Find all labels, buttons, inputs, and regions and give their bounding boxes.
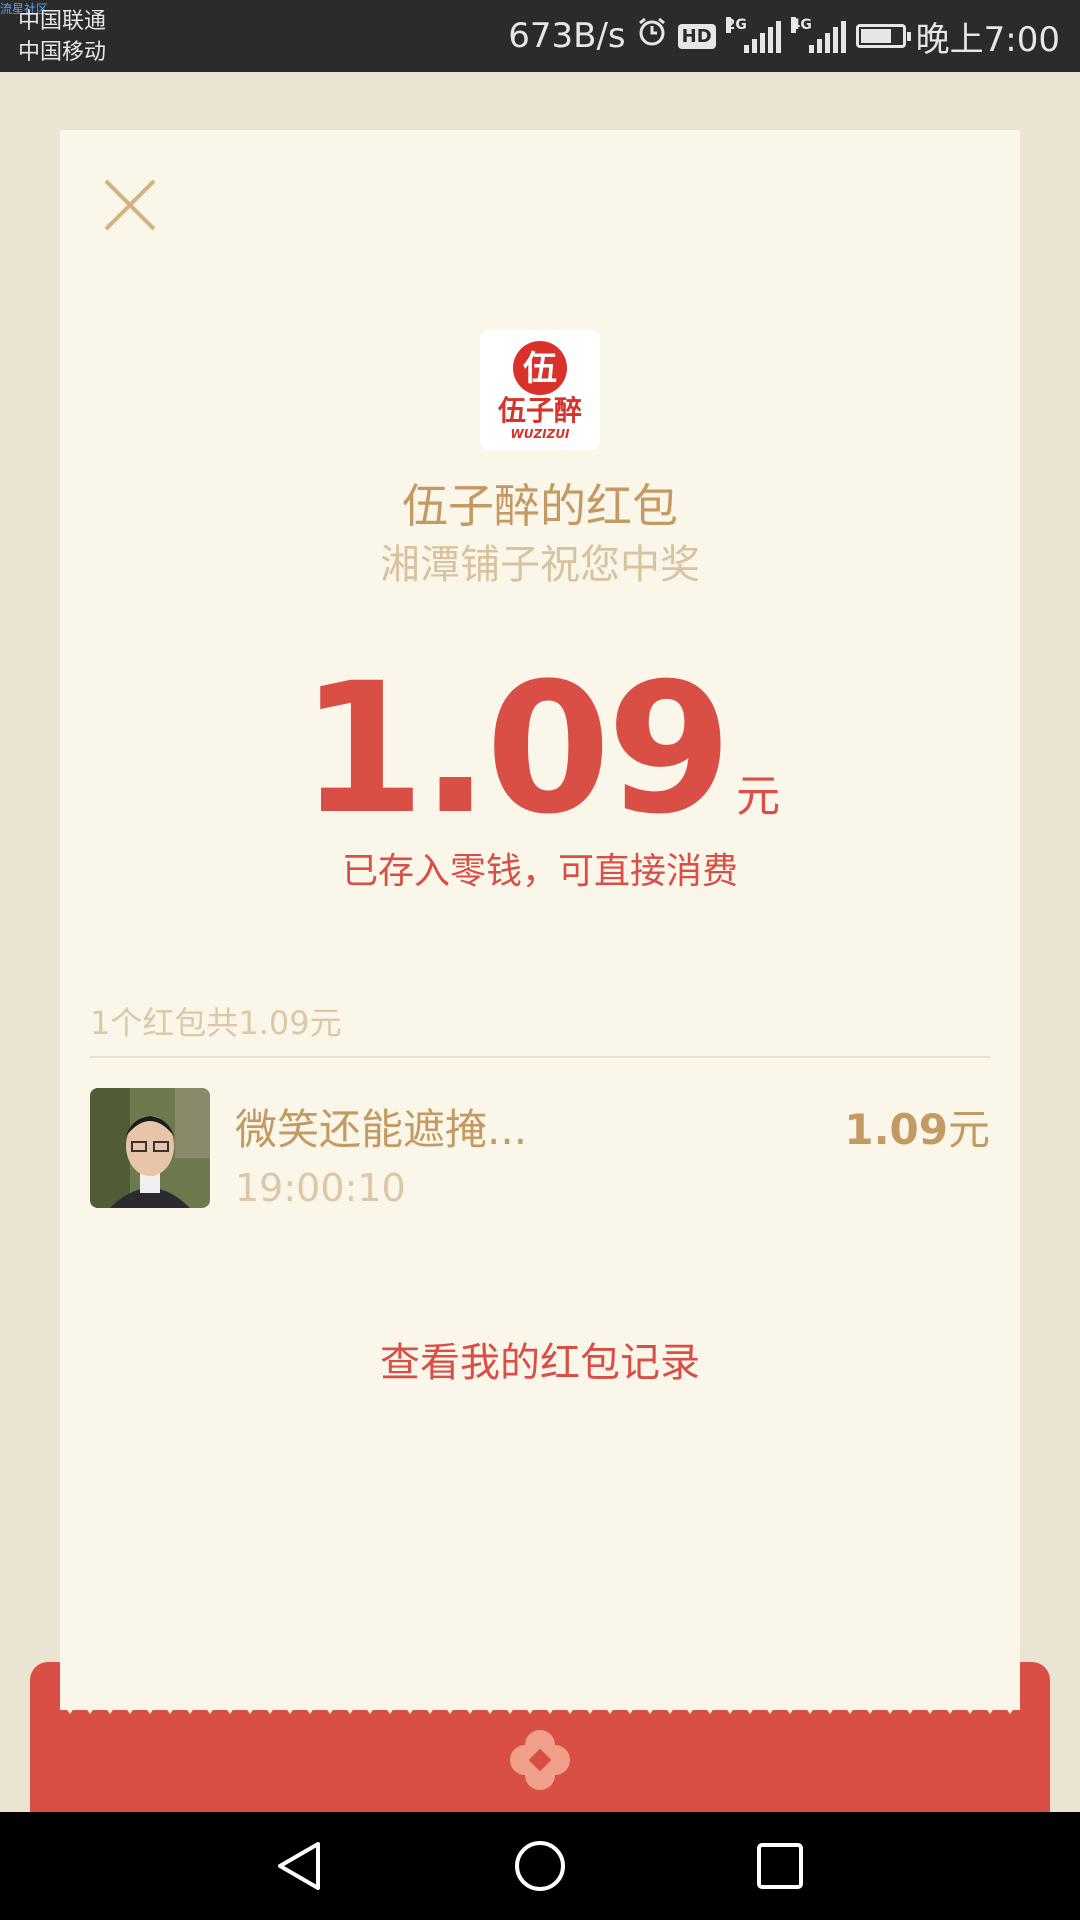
receive-amount: 1.09元 xyxy=(844,1105,990,1154)
flower-emblem-icon xyxy=(510,1730,570,1790)
network-speed: 673B/s xyxy=(508,16,626,56)
recent-apps-icon[interactable] xyxy=(750,1836,810,1896)
svg-text:WUZIZUI: WUZIZUI xyxy=(510,427,570,441)
receiver-name: 微笑还能遮掩... xyxy=(235,1105,528,1154)
status-bar: 流星社区 中国联通 中国移动 673B/s HD 2G 4G 晚上7:00 xyxy=(0,0,1080,72)
carrier-info: 中国联通 中国移动 xyxy=(18,6,106,68)
signal-2g-icon: 2G xyxy=(725,17,781,53)
avatar[interactable] xyxy=(90,1088,210,1208)
amount-value: 1.09 xyxy=(299,645,732,854)
red-packet-detail-card: 伍 伍子醉 WUZIZUI 伍子醉的红包 湘潭铺子祝您中奖 1.09 元 已存入零… xyxy=(60,130,1020,1710)
saved-note: 已存入零钱，可直接消费 xyxy=(341,851,738,892)
wish-text: 湘潭铺子祝您中奖 xyxy=(380,542,700,588)
receive-time: 19:00:10 xyxy=(235,1166,406,1210)
battery-icon xyxy=(855,24,911,48)
svg-text:伍: 伍 xyxy=(523,349,557,389)
view-history-link[interactable]: 查看我的红包记录 xyxy=(60,1330,1020,1388)
signal-4g-icon: 4G xyxy=(790,17,846,53)
close-icon[interactable] xyxy=(100,175,160,235)
status-icons: 673B/s HD 2G 4G 晚上7:00 xyxy=(508,0,1060,72)
list-item[interactable]: 微笑还能遮掩... 19:00:10 1.09元 xyxy=(90,1088,990,1210)
card-zigzag-edge xyxy=(60,1700,1020,1714)
carrier-1: 中国联通 xyxy=(18,9,107,34)
navigation-bar xyxy=(0,1812,1080,1920)
packet-summary: 1个红包共1.09元 xyxy=(90,1004,342,1042)
divider xyxy=(90,1056,990,1058)
amount-unit: 元 xyxy=(736,771,781,822)
amount-display: 1.09 元 xyxy=(60,650,1020,850)
carrier-2: 中国移动 xyxy=(18,40,107,65)
sender-logo: 伍 伍子醉 WUZIZUI xyxy=(480,330,600,450)
svg-text:伍子醉: 伍子醉 xyxy=(498,394,582,427)
hd-icon: HD xyxy=(677,23,716,49)
home-icon[interactable] xyxy=(510,1836,570,1896)
back-icon[interactable] xyxy=(270,1836,330,1896)
sender-title: 伍子醉的红包 xyxy=(402,479,678,533)
clock-time: 晚上7:00 xyxy=(915,19,1060,60)
alarm-icon xyxy=(636,16,668,57)
